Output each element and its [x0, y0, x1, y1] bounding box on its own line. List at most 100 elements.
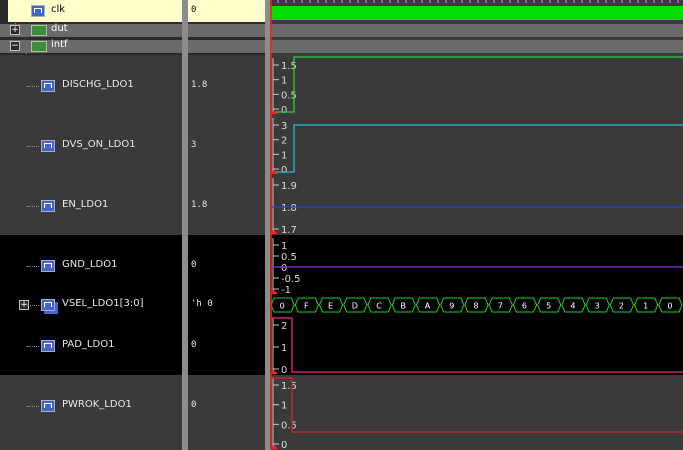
waveform-row-bg — [270, 24, 683, 37]
bus-value-label: 4 — [570, 302, 575, 311]
signal-name: intf — [51, 39, 68, 50]
tree-line — [27, 206, 39, 207]
tree-line — [27, 266, 39, 267]
collapse-icon[interactable]: − — [10, 41, 20, 51]
value-row-intf — [188, 40, 265, 53]
signal-name: dut — [51, 23, 68, 34]
signal-value: 0 — [191, 340, 197, 350]
tree-line — [27, 146, 39, 147]
waveform-pad-ldo1[interactable]: 2 1 0 — [270, 315, 683, 376]
y-tick-label: 0 — [281, 105, 287, 116]
y-tick-label: 0 — [281, 165, 287, 176]
signal-icon — [31, 5, 45, 17]
y-tick-label: -1 — [281, 285, 291, 296]
tree-line — [27, 346, 39, 347]
bus-value-label: 5 — [546, 302, 551, 311]
bus-value-label: 0 — [280, 302, 285, 311]
waveform-canvas[interactable]: 1.510.5032101.91.81.710.50-0.5-10 F E D C B A 9… — [270, 0, 683, 450]
bus-value-label: 2 — [619, 302, 624, 311]
y-tick-label: 0.5 — [281, 420, 297, 431]
signal-value: 3 — [191, 140, 197, 150]
waveform-pwrok-ldo1[interactable]: 1.5 1 0.5 0 — [270, 375, 683, 450]
value-row-dvs-on-ldo1 — [188, 115, 265, 175]
waveform-row-bg — [270, 175, 683, 235]
bus-value-label: D — [352, 302, 358, 311]
signal-value: 1.8 — [191, 80, 208, 90]
value-row-pwrok-ldo1 — [188, 375, 265, 450]
signal-name: VSEL_LDO1[3:0] — [62, 298, 144, 309]
bus-value-label: 9 — [449, 302, 454, 311]
waveform-dut[interactable] — [270, 24, 683, 37]
bus-value-label: C — [376, 302, 382, 311]
waveform-row-bg — [270, 315, 683, 375]
signal-icon — [41, 200, 55, 212]
scope-icon — [31, 41, 47, 52]
signal-icon — [41, 340, 55, 352]
signal-value: 0 — [191, 5, 197, 15]
bus-value-label: 6 — [522, 302, 527, 311]
y-tick-label: 3 — [281, 121, 287, 132]
y-tick-label: 1.5 — [281, 381, 297, 392]
value-row-gnd-ldo1 — [188, 235, 265, 295]
bus-value-label: 3 — [595, 302, 600, 311]
signal-value: 0 — [191, 260, 197, 270]
signal-value: 'h 0 — [191, 299, 213, 309]
signal-names-pane: clk + dut − intf DISCHG_LDO1 DVS_ON_LDO1 EN_LDO… — [0, 0, 182, 450]
signal-name: PWROK_LDO1 — [62, 399, 132, 410]
y-tick-label: 1.9 — [281, 181, 297, 192]
tree-line — [27, 86, 39, 87]
bus-value-label: F — [304, 302, 309, 311]
signal-icon — [41, 80, 55, 92]
signal-row-dut[interactable] — [0, 24, 182, 37]
bus-value-label: 1 — [643, 302, 648, 311]
y-tick-label: -0.5 — [281, 274, 301, 285]
bus-signal-icon — [41, 299, 55, 311]
value-row-pad-ldo1 — [188, 315, 265, 375]
signal-name: DVS_ON_LDO1 — [62, 139, 136, 150]
y-tick-label: 1 — [281, 150, 287, 161]
signal-name: EN_LDO1 — [62, 199, 109, 210]
signal-row-pwrok-ldo1[interactable] — [0, 375, 182, 450]
y-tick-label: 0 — [281, 440, 287, 450]
signal-name: DISCHG_LDO1 — [62, 79, 134, 90]
y-tick-label: 2 — [281, 321, 287, 332]
signal-row-intf[interactable] — [0, 40, 182, 53]
waveform-dvs-on-ldo1[interactable]: 3 2 1 0 — [270, 115, 683, 176]
bus-value-label: B — [401, 302, 407, 311]
bus-value-label: 7 — [498, 302, 503, 311]
y-tick-label: 2 — [281, 136, 287, 147]
y-tick-label: 1.8 — [281, 203, 297, 214]
value-row-dut — [188, 24, 265, 37]
y-tick-label: 0 — [281, 365, 287, 376]
waveform-row-bg — [270, 235, 683, 295]
waveform-clk[interactable] — [270, 0, 683, 22]
y-tick-label: 1 — [281, 241, 287, 252]
waveform-row-bg — [270, 375, 683, 450]
signal-name: GND_LDO1 — [62, 259, 118, 270]
waveform-dischg-ldo1[interactable]: 1.510.50 — [270, 55, 683, 116]
y-tick-label: 1 — [281, 401, 287, 412]
y-tick-label: 0.5 — [281, 252, 297, 263]
signal-value: 0 — [191, 400, 197, 410]
waveform-en-ldo1[interactable]: 1.9 1.8 1.7 — [270, 175, 683, 236]
signal-icon — [41, 400, 55, 412]
signal-name: PAD_LDO1 — [62, 339, 115, 350]
signal-values-pane: 0 1.8 3 1.8 0 'h 0 0 0 — [188, 0, 265, 450]
bus-value-label: A — [425, 302, 431, 311]
expand-icon[interactable]: + — [10, 25, 20, 35]
waveform-vsel-ldo1[interactable]: 0 F E D C B A 9 8 7 6 5 4 3 2 1 0 — [270, 295, 683, 315]
waveform-row-bg — [270, 115, 683, 175]
waveform-gnd-ldo1[interactable]: 10.50-0.5-1 — [270, 235, 683, 296]
signal-icon — [41, 260, 55, 272]
waveform-pane[interactable]: 1.5 1 0.5 0 3 2 1 0 1.9 1.8 1.7 1 0.5 0 -0.5 -1 0 F E D C B A 9… — [270, 0, 683, 450]
y-tick-label: 0 — [281, 263, 287, 274]
bus-value-label: 0 — [667, 302, 672, 311]
clock-trace — [270, 6, 683, 20]
signal-icon — [41, 140, 55, 152]
value-row-clk — [188, 0, 265, 22]
y-tick-label: 1.7 — [281, 225, 297, 236]
waveform-intf[interactable] — [270, 40, 683, 53]
y-tick-label: 1 — [281, 76, 287, 87]
waveform-row-bg — [270, 40, 683, 53]
bus-value-label: 8 — [473, 302, 478, 311]
